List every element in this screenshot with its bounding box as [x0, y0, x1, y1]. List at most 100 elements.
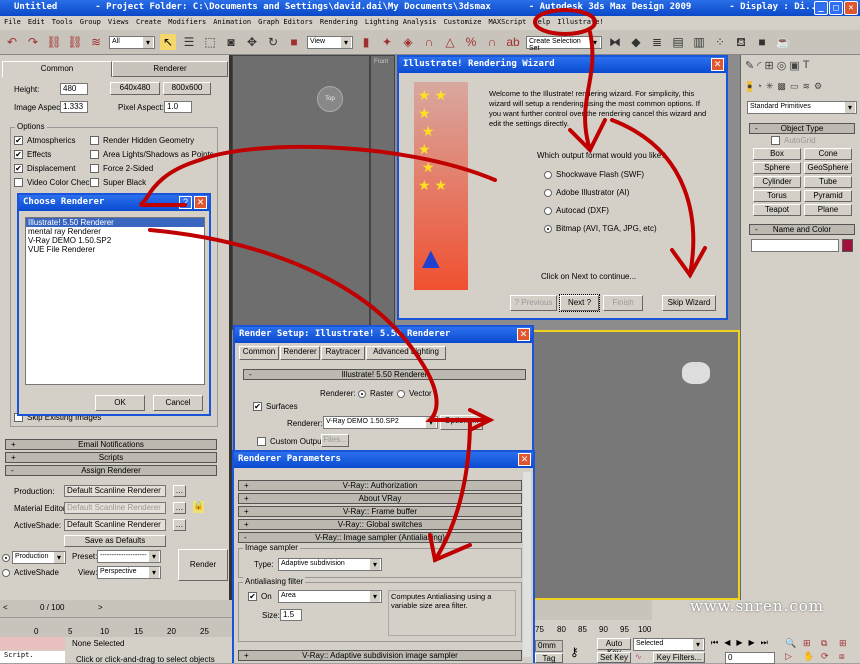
material-editor-icon[interactable]: ⁘	[712, 34, 728, 50]
size-input[interactable]: 1.5	[280, 609, 302, 621]
scrollbar[interactable]	[523, 472, 531, 657]
close-button[interactable]: ✕	[518, 453, 531, 466]
rollout-frame-buffer[interactable]: + V-Ray:: Frame buffer	[238, 506, 522, 517]
ok-button[interactable]: OK	[95, 395, 145, 411]
auto-key-button[interactable]: Auto Key	[597, 638, 631, 657]
super-black-checkbox[interactable]: Super Black	[90, 178, 146, 188]
menu-file[interactable]: File	[4, 18, 21, 28]
rollout-name-and-color[interactable]: - Name and Color	[749, 224, 855, 235]
next-button[interactable]: Next ?	[559, 294, 600, 312]
prev-frame-icon[interactable]: <	[3, 603, 8, 612]
track-bar-left[interactable]: 0 5 10 15 20 25	[0, 617, 232, 637]
finish-button[interactable]: Finish	[603, 295, 643, 311]
add-time-tag[interactable]: Tag	[535, 653, 563, 663]
sampler-type-dropdown[interactable]: Adaptive subdivision	[278, 558, 382, 571]
render-button[interactable]: Render	[178, 549, 228, 581]
pan-icon[interactable]: ✋	[803, 651, 819, 662]
next-key-icon[interactable]: ▶	[749, 638, 755, 648]
video-color-check-checkbox[interactable]: Video Color Check	[14, 178, 94, 188]
close-button[interactable]: ✕	[711, 58, 724, 71]
curve-editor-icon[interactable]: ▤	[670, 34, 686, 50]
orbit-icon[interactable]: ⟳	[821, 651, 837, 662]
height-input[interactable]: 480	[60, 83, 88, 95]
format-swf-radio[interactable]: Shockwave Flash (SWF)	[544, 170, 644, 179]
rollout-assign-renderer[interactable]: - Assign Renderer	[5, 465, 217, 476]
render-production-icon[interactable]: ☕	[775, 34, 791, 50]
zoom-extents-icon[interactable]: ⧉	[821, 638, 837, 649]
fov-icon[interactable]: ▷	[785, 651, 801, 662]
manipulate-icon[interactable]: ✦	[379, 34, 395, 50]
cone-button[interactable]: Cone	[804, 148, 852, 160]
menu-graph-editors[interactable]: Graph Editors	[258, 18, 313, 28]
viewcube-top[interactable]: Top	[317, 86, 343, 112]
autogrid-checkbox[interactable]: AutoGrid	[771, 136, 816, 146]
close-button[interactable]: ✕	[517, 328, 530, 341]
activeshade-radio[interactable]: ActiveShade	[2, 568, 59, 577]
custom-output-checkbox[interactable]: Custom Output:	[257, 437, 326, 447]
select-object-icon[interactable]: ↖	[160, 34, 176, 50]
current-frame-input[interactable]: 0	[725, 652, 775, 664]
time-slider[interactable]: < 0 / 100 >	[0, 600, 232, 617]
aa-filter-dropdown[interactable]: Area	[278, 590, 382, 603]
list-item[interactable]: mental ray Renderer	[26, 227, 204, 236]
key-mode-dropdown[interactable]: Selected	[633, 638, 705, 651]
key-curve-icon[interactable]: ∿	[635, 652, 642, 661]
percent-snap-icon[interactable]: %	[463, 34, 479, 50]
viewport-perspective[interactable]	[530, 330, 740, 600]
undo-icon[interactable]: ↶	[4, 34, 20, 50]
menu-views[interactable]: Views	[108, 18, 129, 28]
render-hidden-geometry-checkbox[interactable]: Render Hidden Geometry	[90, 136, 194, 146]
aa-on-checkbox[interactable]: ✔ On	[248, 592, 272, 602]
menu-lighting-analysis[interactable]: Lighting Analysis	[365, 18, 437, 28]
tab-common[interactable]: Common	[2, 61, 112, 77]
key-filters-button[interactable]: Key Filters...	[653, 652, 705, 663]
menu-tools[interactable]: Tools	[52, 18, 73, 28]
plane-button[interactable]: Plane	[804, 204, 852, 216]
create-tab-icon[interactable]: ✎	[745, 59, 754, 72]
select-by-name-icon[interactable]: ☰	[181, 34, 197, 50]
cameras-icon[interactable]: ▩	[777, 81, 786, 92]
display-tab-icon[interactable]: ▣	[789, 59, 799, 72]
object-color-swatch[interactable]	[842, 239, 853, 252]
tube-button[interactable]: Tube	[804, 176, 852, 188]
sphere-button[interactable]: Sphere	[753, 162, 801, 174]
tab-raytracer[interactable]: Raytracer	[321, 346, 365, 360]
scale-icon[interactable]: ■	[286, 34, 302, 50]
rollout-authorization[interactable]: + V-Ray:: Authorization	[238, 480, 522, 491]
rollout-illustrate-renderer[interactable]: - Illustrate! 5.50 Renderer	[243, 369, 526, 380]
torus-button[interactable]: Torus	[753, 190, 801, 202]
help-button[interactable]: ?	[179, 196, 192, 209]
files-button[interactable]: Files...	[321, 434, 349, 447]
zoom-extents-all-icon[interactable]: ⊞	[839, 638, 855, 649]
menu-rendering[interactable]: Rendering	[320, 18, 358, 28]
schematic-view-icon[interactable]: ▥	[691, 34, 707, 50]
atmospherics-checkbox[interactable]: ✔ Atmospherics	[14, 136, 75, 146]
mirror-icon[interactable]: ⧓	[607, 34, 623, 50]
pyramid-button[interactable]: Pyramid	[804, 190, 852, 202]
play-icon[interactable]: ▶	[736, 638, 742, 648]
area-lights-checkbox[interactable]: Area Lights/Shadows as Points	[90, 150, 214, 160]
menu-maxscript[interactable]: MAXScript	[488, 18, 526, 28]
edit-named-sel-icon[interactable]: ab	[505, 34, 521, 50]
tab-common[interactable]: Common	[239, 346, 279, 360]
format-dxf-radio[interactable]: Autocad (DXF)	[544, 206, 609, 215]
viewcube-icon[interactable]	[682, 362, 710, 384]
viewport-front[interactable]: Front	[370, 55, 395, 330]
window-crossing-icon[interactable]: ◙	[223, 34, 239, 50]
render-setup-icon[interactable]: ⛾	[733, 34, 749, 50]
list-item[interactable]: V-Ray DEMO 1.50.SP2	[26, 236, 204, 245]
prev-key-icon[interactable]: ◀	[724, 638, 730, 648]
renderer-list[interactable]: Illustrate! 5.50 Renderer mental ray Ren…	[25, 217, 205, 385]
menu-help[interactable]: Help	[533, 18, 550, 28]
rollout-scripts[interactable]: + Scripts	[5, 452, 217, 463]
motion-tab-icon[interactable]: ◎	[777, 59, 787, 72]
rendered-frame-window-icon[interactable]: ■	[754, 34, 770, 50]
layer-manager-icon[interactable]: ≣	[649, 34, 665, 50]
align-icon[interactable]: ◆	[628, 34, 644, 50]
save-as-defaults-button[interactable]: Save as Defaults	[64, 535, 166, 547]
rollout-about-vray[interactable]: + About VRay	[238, 493, 522, 504]
rollout-adaptive-subdivision[interactable]: + V-Ray:: Adaptive subdivision image samp…	[238, 650, 522, 661]
pixel-aspect-input[interactable]: 1.0	[164, 101, 192, 113]
zoom-icon[interactable]: 🔍	[785, 638, 801, 649]
lock-icon[interactable]: 🔒	[193, 501, 204, 513]
